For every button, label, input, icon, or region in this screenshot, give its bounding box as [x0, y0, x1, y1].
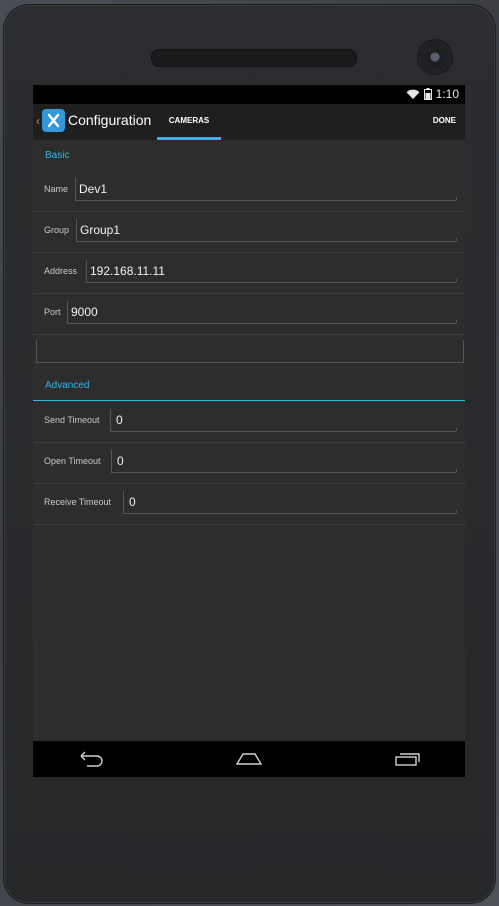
status-bar: 1:10	[33, 85, 465, 104]
group-value: Group1	[80, 223, 121, 237]
port-row: Port 9000	[33, 293, 465, 335]
action-bar: ‹ Configuration CAMERAS DONE	[33, 104, 465, 140]
send-timeout-field[interactable]	[110, 409, 457, 432]
group-label: Group	[44, 225, 70, 235]
wifi-icon	[406, 89, 420, 100]
name-field[interactable]	[75, 178, 457, 201]
group-field[interactable]	[76, 219, 457, 242]
section-advanced-header: Advanced	[45, 380, 90, 391]
send-timeout-value: 0	[116, 413, 123, 427]
device-screen: 1:10 ‹ Configuration CAMERAS DONE Basic …	[33, 85, 465, 777]
receive-timeout-row: Receive Timeout 0	[33, 483, 465, 525]
receive-timeout-field[interactable]	[123, 491, 457, 514]
name-label: Name	[44, 184, 69, 194]
send-timeout-row: Send Timeout 0	[33, 401, 465, 443]
port-value: 9000	[71, 305, 98, 319]
earpiece-speaker	[151, 49, 357, 67]
send-timeout-label: Send Timeout	[44, 415, 100, 425]
port-label: Port	[44, 307, 61, 317]
empty-field[interactable]	[36, 340, 464, 363]
receive-timeout-label: Receive Timeout	[44, 497, 112, 507]
done-button[interactable]: DONE	[433, 104, 456, 140]
battery-icon	[423, 88, 432, 100]
section-basic-header: Basic	[45, 150, 70, 161]
address-value: 192.168.11.11	[90, 264, 165, 278]
tab-cameras[interactable]: CAMERAS	[157, 104, 221, 140]
screen-title: Configuration	[68, 112, 152, 128]
open-timeout-label: Open Timeout	[44, 456, 101, 466]
back-icon[interactable]	[78, 749, 104, 772]
tab-cameras-label: CAMERAS	[168, 116, 210, 125]
name-value: Dev1	[79, 182, 108, 196]
app-icon[interactable]	[42, 109, 65, 132]
address-label: Address	[44, 266, 78, 276]
open-timeout-row: Open Timeout 0	[33, 442, 465, 484]
status-time: 1:10	[435, 87, 459, 101]
tab-indicator	[157, 137, 221, 140]
name-row: Name Dev1	[33, 170, 465, 212]
navigation-bar	[33, 741, 465, 777]
address-row: Address 192.168.11.11	[33, 252, 465, 294]
home-icon[interactable]	[235, 749, 263, 772]
port-field[interactable]	[67, 301, 457, 324]
open-timeout-field[interactable]	[111, 450, 457, 473]
up-caret-icon[interactable]: ‹	[36, 114, 40, 128]
receive-timeout-value: 0	[129, 495, 136, 509]
open-timeout-value: 0	[117, 454, 124, 468]
recents-icon[interactable]	[394, 749, 422, 772]
group-row: Group Group1	[33, 211, 465, 253]
front-camera	[417, 39, 453, 75]
